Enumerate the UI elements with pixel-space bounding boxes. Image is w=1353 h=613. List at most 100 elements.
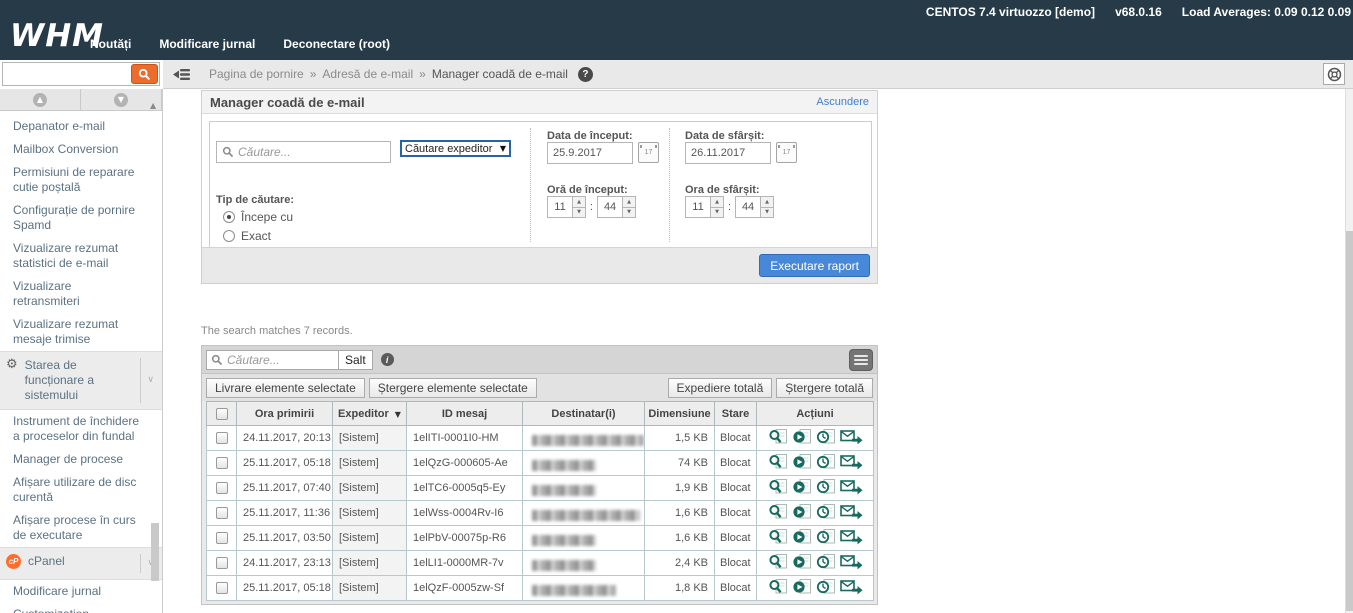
view-message-icon[interactable] — [768, 453, 788, 473]
support-button[interactable] — [1323, 63, 1345, 85]
breadcrumb-email[interactable]: Adresă de e-mail — [322, 67, 413, 81]
deliver-all-button[interactable]: Expediere totală — [668, 378, 773, 398]
deliver-message-icon[interactable] — [792, 528, 812, 548]
scroll-up-button[interactable]: ▲ — [0, 89, 81, 110]
form-search-field[interactable]: Căutare... — [216, 141, 391, 163]
menu-item-news[interactable]: Noutăți — [90, 37, 131, 51]
end-date-input[interactable] — [685, 142, 771, 164]
deliver-message-icon[interactable] — [792, 453, 812, 473]
quick-search-button[interactable] — [131, 64, 158, 84]
menu-item-logout[interactable]: Deconectare (root) — [283, 37, 390, 51]
hide-link[interactable]: Ascundere — [816, 96, 869, 108]
row-checkbox[interactable] — [216, 532, 228, 544]
row-checkbox[interactable] — [216, 457, 228, 469]
unfreeze-message-icon[interactable] — [816, 578, 836, 598]
unfreeze-message-icon[interactable] — [816, 553, 836, 573]
deliver-message-icon[interactable] — [792, 578, 812, 598]
unfreeze-message-icon[interactable] — [816, 478, 836, 498]
forward-message-icon[interactable] — [840, 503, 863, 523]
menu-item-changelog[interactable]: Modificare jurnal — [159, 37, 255, 51]
unfreeze-message-icon[interactable] — [816, 428, 836, 448]
sidebar-item[interactable]: Mailbox Conversion — [0, 138, 162, 161]
view-message-icon[interactable] — [768, 478, 788, 498]
end-minute-value[interactable]: 44 — [735, 196, 761, 218]
sidebar-section-cpanel[interactable]: cPcPanel∨ — [0, 547, 162, 580]
unfreeze-message-icon[interactable] — [816, 528, 836, 548]
radio-exact[interactable] — [223, 230, 235, 242]
view-message-icon[interactable] — [768, 428, 788, 448]
end-hour-value[interactable]: 11 — [685, 196, 711, 218]
breadcrumb-home[interactable]: Pagina de pornire — [209, 67, 304, 81]
row-checkbox[interactable] — [216, 557, 228, 569]
page-scrollbar-thumb[interactable] — [1346, 231, 1353, 611]
list-view-icon[interactable] — [849, 349, 873, 371]
calendar-icon[interactable]: 17 — [776, 142, 797, 163]
col-sender[interactable]: Expeditor▼ — [333, 402, 407, 426]
deliver-selected-button[interactable]: Livrare elemente selectate — [206, 378, 365, 398]
delete-all-button[interactable]: Ștergere totală — [776, 378, 873, 398]
view-message-icon[interactable] — [768, 578, 788, 598]
deliver-message-icon[interactable] — [792, 428, 812, 448]
spin-up-icon[interactable]: ▲ — [711, 196, 724, 208]
select-all-checkbox[interactable] — [216, 408, 228, 420]
table-search-field[interactable]: Căutare... — [206, 350, 339, 370]
calendar-icon[interactable]: 17 — [638, 142, 659, 163]
row-checkbox[interactable] — [216, 582, 228, 594]
run-report-button[interactable]: Executare raport — [759, 254, 870, 277]
page-scrollbar[interactable] — [1345, 89, 1353, 613]
jump-button[interactable]: Salt — [339, 350, 373, 370]
row-checkbox[interactable] — [216, 507, 228, 519]
forward-message-icon[interactable] — [840, 553, 863, 573]
view-message-icon[interactable] — [768, 528, 788, 548]
sidebar-item[interactable]: Afișare utilizare de disc curentă — [0, 471, 162, 509]
spin-down-icon[interactable]: ▼ — [761, 208, 774, 219]
spin-down-icon[interactable]: ▼ — [623, 208, 636, 219]
sidebar-item[interactable]: Permisiuni de reparare cutie poștală — [0, 161, 162, 199]
row-checkbox[interactable] — [216, 432, 228, 444]
delete-selected-button[interactable]: Ștergere elemente selectate — [369, 378, 537, 398]
sidebar-item[interactable]: Vizualizare retransmiteri — [0, 275, 162, 313]
radio-begins-with[interactable] — [223, 211, 235, 223]
deliver-message-icon[interactable] — [792, 503, 812, 523]
col-received-time[interactable]: Ora primirii — [237, 402, 333, 426]
sidebar-item[interactable]: Instrument de închidere a proceselor din… — [0, 410, 162, 448]
collapse-sidebar-icon[interactable] — [173, 68, 191, 81]
forward-message-icon[interactable] — [840, 453, 863, 473]
spin-down-icon[interactable]: ▼ — [711, 208, 724, 219]
view-message-icon[interactable] — [768, 553, 788, 573]
forward-message-icon[interactable] — [840, 578, 863, 598]
deliver-message-icon[interactable] — [792, 478, 812, 498]
col-message-id[interactable]: ID mesaj — [407, 402, 523, 426]
sidebar-item[interactable]: Afișare procese în curs de executare — [0, 509, 162, 547]
scrollbar-thumb[interactable] — [151, 523, 159, 581]
start-minute-value[interactable]: 44 — [597, 196, 623, 218]
spin-up-icon[interactable]: ▲ — [623, 196, 636, 208]
col-size[interactable]: Dimensiune — [645, 402, 715, 426]
spin-up-icon[interactable]: ▲ — [761, 196, 774, 208]
sidebar-item[interactable]: Vizualizare rezumat mesaje trimise — [0, 313, 162, 351]
unfreeze-message-icon[interactable] — [816, 453, 836, 473]
col-state[interactable]: Stare — [715, 402, 757, 426]
sidebar-item[interactable]: Vizualizare rezumat statistici de e-mail — [0, 237, 162, 275]
scrollbar-up-icon[interactable]: ▲ — [150, 101, 156, 110]
col-recipients[interactable]: Destinatar(i) — [523, 402, 645, 426]
sidebar-item[interactable]: Depanator e-mail — [0, 115, 162, 138]
spin-down-icon[interactable]: ▼ — [573, 208, 586, 219]
spin-up-icon[interactable]: ▲ — [573, 196, 586, 208]
info-icon[interactable]: i — [381, 353, 394, 366]
sidebar-section-gear[interactable]: ⚙Starea de funcționare a sistemului∨ — [0, 351, 162, 410]
help-icon[interactable]: ? — [578, 67, 593, 82]
unfreeze-message-icon[interactable] — [816, 503, 836, 523]
deliver-message-icon[interactable] — [792, 553, 812, 573]
sidebar-scrollbar[interactable]: ▲ — [150, 95, 160, 613]
view-message-icon[interactable] — [768, 503, 788, 523]
sidebar-item[interactable]: Modificare jurnal — [0, 580, 162, 603]
start-date-input[interactable] — [547, 142, 633, 164]
row-checkbox[interactable] — [216, 482, 228, 494]
start-hour-value[interactable]: 11 — [547, 196, 573, 218]
sidebar-item[interactable]: Manager de procese — [0, 448, 162, 471]
sidebar-item[interactable]: Customization — [0, 603, 162, 613]
forward-message-icon[interactable] — [840, 528, 863, 548]
forward-message-icon[interactable] — [840, 428, 863, 448]
forward-message-icon[interactable] — [840, 478, 863, 498]
